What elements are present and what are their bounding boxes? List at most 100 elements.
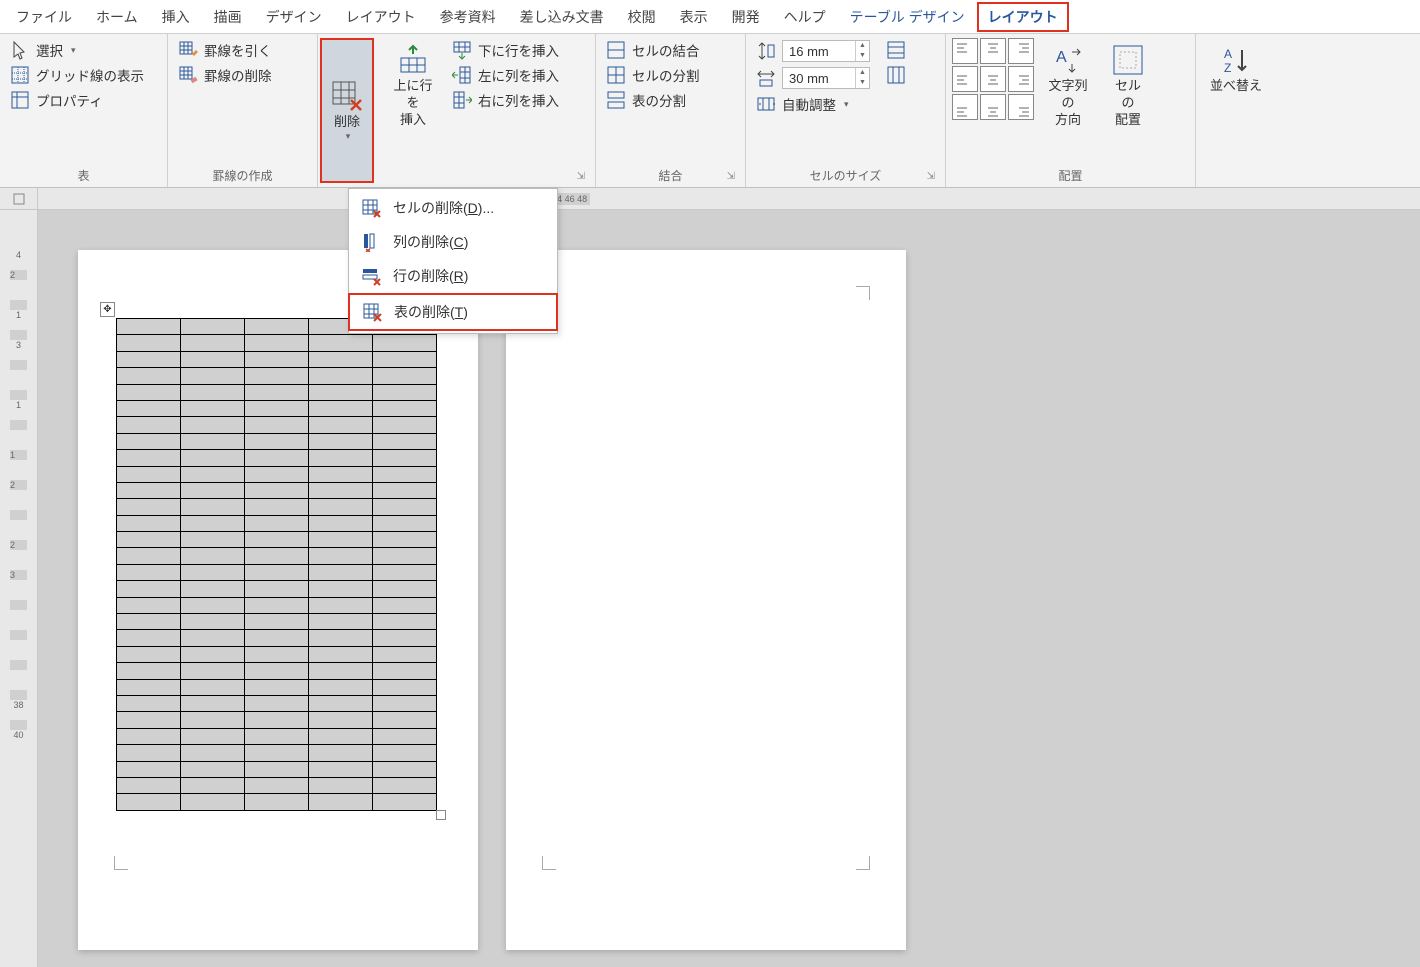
table-cell[interactable] xyxy=(181,630,245,646)
table-cell[interactable] xyxy=(181,614,245,630)
page-1[interactable]: ✥ xyxy=(78,250,478,950)
table-cell[interactable] xyxy=(245,630,309,646)
draw-border-button[interactable]: 罫線を引く xyxy=(174,38,276,62)
table-cell[interactable] xyxy=(245,466,309,482)
table-cell[interactable] xyxy=(309,384,373,400)
table-cell[interactable] xyxy=(309,351,373,367)
table-cell[interactable] xyxy=(309,745,373,761)
table-cell[interactable] xyxy=(117,515,181,531)
table-cell[interactable] xyxy=(373,548,437,564)
insert-below-button[interactable]: 下に行を挿入 xyxy=(448,38,563,62)
table-cell[interactable] xyxy=(181,319,245,335)
table-cell[interactable] xyxy=(181,532,245,548)
delete-cells-item[interactable]: セルの削除(D)... xyxy=(349,191,557,225)
table-cell[interactable] xyxy=(245,712,309,728)
table-cell[interactable] xyxy=(181,728,245,744)
table-cell[interactable] xyxy=(181,417,245,433)
table-cell[interactable] xyxy=(181,368,245,384)
spin-up[interactable]: ▲ xyxy=(856,41,869,51)
table-cell[interactable] xyxy=(373,630,437,646)
document-table[interactable] xyxy=(116,318,437,811)
table-move-handle[interactable]: ✥ xyxy=(100,302,115,317)
table-cell[interactable] xyxy=(181,482,245,498)
tab-layout[interactable]: レイアウト xyxy=(334,1,428,33)
table-cell[interactable] xyxy=(117,597,181,613)
row-height-input[interactable]: 16 mm▲▼ xyxy=(782,40,870,62)
table-cell[interactable] xyxy=(309,335,373,351)
table-cell[interactable] xyxy=(309,368,373,384)
table-cell[interactable] xyxy=(245,597,309,613)
page-2[interactable] xyxy=(506,250,906,950)
table-cell[interactable] xyxy=(245,695,309,711)
table-cell[interactable] xyxy=(373,663,437,679)
table-cell[interactable] xyxy=(117,777,181,793)
table-cell[interactable] xyxy=(309,712,373,728)
sort-button[interactable]: AZ 並べ替え xyxy=(1202,38,1270,99)
insert-left-button[interactable]: 左に列を挿入 xyxy=(448,63,563,87)
table-cell[interactable] xyxy=(245,400,309,416)
table-cell[interactable] xyxy=(117,728,181,744)
table-cell[interactable] xyxy=(181,581,245,597)
col-width-input[interactable]: 30 mm▲▼ xyxy=(782,67,870,89)
table-cell[interactable] xyxy=(181,794,245,810)
table-cell[interactable] xyxy=(373,466,437,482)
table-cell[interactable] xyxy=(245,433,309,449)
split-table-button[interactable]: 表の分割 xyxy=(602,88,704,112)
table-cell[interactable] xyxy=(117,794,181,810)
table-cell[interactable] xyxy=(245,728,309,744)
table-cell[interactable] xyxy=(181,433,245,449)
table-cell[interactable] xyxy=(309,417,373,433)
table-cell[interactable] xyxy=(309,630,373,646)
table-cell[interactable] xyxy=(245,417,309,433)
erase-border-button[interactable]: 罫線の削除 xyxy=(174,63,276,87)
dialog-launcher-icon[interactable]: ⇲ xyxy=(927,171,935,182)
table-cell[interactable] xyxy=(181,745,245,761)
table-cell[interactable] xyxy=(181,384,245,400)
table-cell[interactable] xyxy=(373,581,437,597)
distribute-rows-button[interactable] xyxy=(882,38,910,62)
delete-table-item[interactable]: 表の削除(T) xyxy=(348,293,558,331)
col-width-control[interactable]: 30 mm▲▼ xyxy=(752,65,874,91)
delete-rows-item[interactable]: 行の削除(R) xyxy=(349,259,557,293)
table-cell[interactable] xyxy=(245,614,309,630)
properties-button[interactable]: プロパティ xyxy=(6,88,148,112)
align-bot-right[interactable] xyxy=(1008,94,1034,120)
table-cell[interactable] xyxy=(309,450,373,466)
table-cell[interactable] xyxy=(309,466,373,482)
table-cell[interactable] xyxy=(117,417,181,433)
table-cell[interactable] xyxy=(117,663,181,679)
table-cell[interactable] xyxy=(373,351,437,367)
table-cell[interactable] xyxy=(181,663,245,679)
spin-up[interactable]: ▲ xyxy=(856,68,869,78)
table-cell[interactable] xyxy=(309,777,373,793)
table-cell[interactable] xyxy=(373,712,437,728)
table-cell[interactable] xyxy=(245,499,309,515)
merge-cells-button[interactable]: セルの結合 xyxy=(602,38,704,62)
tab-help[interactable]: ヘルプ xyxy=(772,1,838,33)
vertical-ruler[interactable]: 4213112233840 xyxy=(0,210,38,967)
table-cell[interactable] xyxy=(245,335,309,351)
table-cell[interactable] xyxy=(245,384,309,400)
table-cell[interactable] xyxy=(309,564,373,580)
select-button[interactable]: 選択▾ xyxy=(6,38,148,62)
table-cell[interactable] xyxy=(181,646,245,662)
table-cell[interactable] xyxy=(245,482,309,498)
table-cell[interactable] xyxy=(117,630,181,646)
table-cell[interactable] xyxy=(309,532,373,548)
dialog-launcher-icon[interactable]: ⇲ xyxy=(577,171,585,182)
table-cell[interactable] xyxy=(117,450,181,466)
table-cell[interactable] xyxy=(373,777,437,793)
table-cell[interactable] xyxy=(309,679,373,695)
delete-columns-item[interactable]: 列の削除(C) xyxy=(349,225,557,259)
table-cell[interactable] xyxy=(245,777,309,793)
align-mid-right[interactable] xyxy=(1008,66,1034,92)
tab-table-layout[interactable]: レイアウト xyxy=(977,2,1069,32)
table-cell[interactable] xyxy=(245,745,309,761)
table-cell[interactable] xyxy=(117,400,181,416)
autofit-button[interactable]: 自動調整▾ xyxy=(752,92,874,116)
spin-down[interactable]: ▼ xyxy=(856,78,869,88)
table-cell[interactable] xyxy=(309,761,373,777)
table-cell[interactable] xyxy=(245,351,309,367)
table-cell[interactable] xyxy=(373,614,437,630)
table-cell[interactable] xyxy=(181,400,245,416)
